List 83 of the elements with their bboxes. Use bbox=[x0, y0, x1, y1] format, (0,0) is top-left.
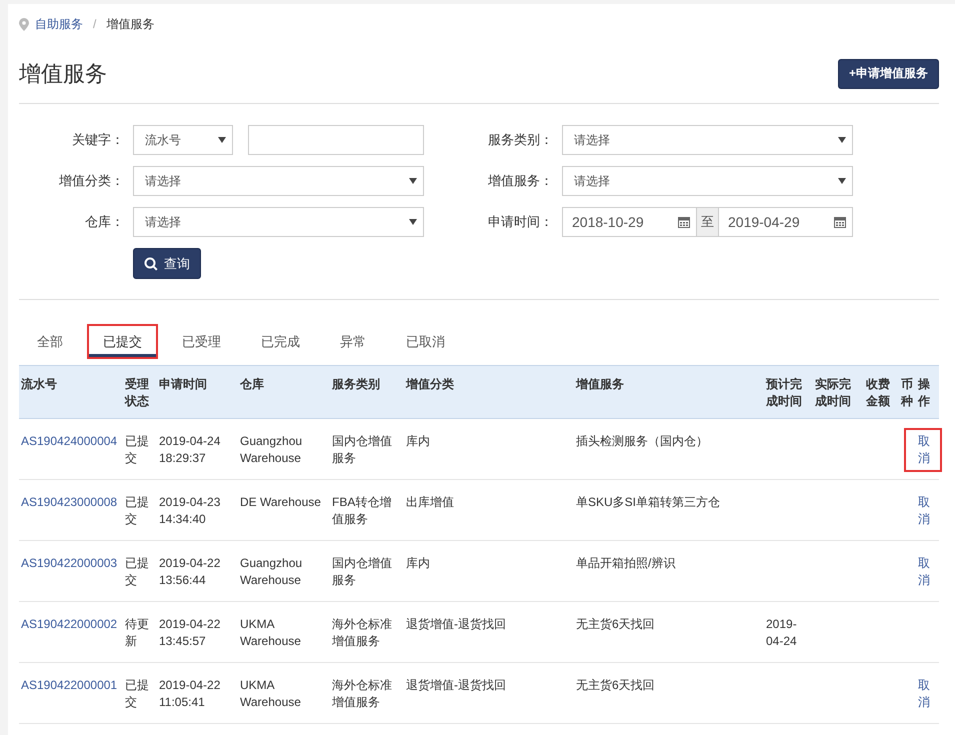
keyword-type-select[interactable]: 流水号 bbox=[133, 125, 233, 155]
table-cell: 2019-04-22 11:05:41 bbox=[159, 678, 220, 709]
cancel-link[interactable]: 取消 bbox=[904, 428, 942, 472]
keyword-input[interactable] bbox=[248, 125, 424, 155]
table-cell: 插头检测服务（国内仓） bbox=[576, 434, 708, 448]
status-tab[interactable]: 已提交 bbox=[87, 324, 158, 359]
caret-icon bbox=[409, 219, 417, 225]
column-header: 增值服务 bbox=[574, 366, 764, 418]
table-cell: 库内 bbox=[406, 556, 430, 570]
column-header: 操作 bbox=[916, 366, 939, 418]
status-tab[interactable]: 全部 bbox=[21, 324, 79, 359]
field-label: 服务类别： bbox=[487, 131, 553, 149]
field-label: 申请时间： bbox=[487, 213, 553, 231]
search-button[interactable]: 查询 bbox=[133, 248, 201, 279]
column-header: 币种 bbox=[899, 366, 916, 418]
table-cell: 单品开箱拍照/辨识 bbox=[576, 556, 676, 570]
status-tab[interactable]: 已取消 bbox=[390, 324, 461, 359]
service-type-select[interactable]: 请选择 bbox=[562, 125, 853, 155]
caret-icon bbox=[838, 178, 846, 184]
status-tab[interactable]: 已受理 bbox=[166, 324, 237, 359]
column-header: 仓库 bbox=[238, 366, 330, 418]
caret-icon bbox=[218, 137, 226, 143]
serial-number-link[interactable]: AS190422000002 bbox=[21, 617, 118, 631]
warehouse-select[interactable]: 请选择 bbox=[133, 207, 424, 237]
breadcrumb-link[interactable]: 自助服务 bbox=[35, 16, 83, 32]
table-cell: DE Warehouse bbox=[240, 495, 321, 509]
cancel-link[interactable]: 取消 bbox=[904, 672, 942, 716]
table-cell: 已提交 bbox=[125, 678, 149, 709]
serial-number-link[interactable]: AS190424000004 bbox=[21, 434, 118, 448]
column-header: 增值分类 bbox=[404, 366, 574, 418]
page-title: 增值服务 bbox=[19, 60, 107, 88]
table-cell: Guangzhou Warehouse bbox=[240, 556, 302, 587]
table-cell: 2019-04-22 13:45:57 bbox=[159, 617, 220, 648]
table-cell: UKMA Warehouse bbox=[240, 617, 301, 648]
field-label: 仓库： bbox=[84, 213, 124, 231]
cancel-link[interactable]: 取消 bbox=[904, 489, 942, 533]
field-label: 增值分类： bbox=[58, 172, 124, 190]
serial-number-link[interactable]: AS190422000003 bbox=[21, 556, 118, 570]
column-header: 流水号 bbox=[19, 366, 123, 418]
table-cell: 待更新 bbox=[125, 617, 149, 648]
table-cell: FBA转仓增值服务 bbox=[332, 495, 392, 526]
location-pin-icon bbox=[19, 18, 29, 30]
serial-number-link[interactable]: AS190423000008 bbox=[21, 495, 118, 509]
table-cell: 已提交 bbox=[125, 495, 149, 526]
table-cell: 海外仓标准增值服务 bbox=[332, 617, 392, 648]
search-icon bbox=[144, 256, 158, 270]
table-cell: 海外仓标准增值服务 bbox=[332, 678, 392, 709]
table-cell: 无主货6天找回 bbox=[576, 678, 655, 692]
cancel-link[interactable]: 取消 bbox=[904, 550, 942, 594]
column-header: 收费金额 bbox=[864, 366, 899, 418]
table-cell: 已提交 bbox=[125, 556, 149, 587]
table-cell: 2019-04-23 14:34:40 bbox=[159, 495, 220, 526]
column-header: 受理状态 bbox=[123, 366, 157, 418]
caret-icon bbox=[838, 137, 846, 143]
caret-icon bbox=[409, 178, 417, 184]
table-cell: 库内 bbox=[406, 434, 430, 448]
table-cell: 退货增值-退货找回 bbox=[406, 617, 506, 631]
table-cell: 单SKU多SI单箱转第三方仓 bbox=[576, 495, 720, 509]
field-label: 关键字： bbox=[71, 131, 124, 149]
table-cell: 2019-04-22 13:56:44 bbox=[159, 556, 220, 587]
column-header: 预计完成时间 bbox=[764, 366, 813, 418]
status-tab[interactable]: 异常 bbox=[324, 324, 382, 359]
table-cell: 出库增值 bbox=[406, 495, 454, 509]
field-label: 增值服务： bbox=[487, 172, 553, 190]
table-cell: 已提交 bbox=[125, 434, 149, 465]
apply-button[interactable]: +申请增值服务 bbox=[838, 58, 939, 88]
column-header: 实际完成时间 bbox=[813, 366, 864, 418]
table-cell: 2019-04-24 18:29:37 bbox=[159, 434, 220, 465]
table-cell: 2019-04-24 bbox=[766, 617, 797, 648]
column-header: 服务类别 bbox=[330, 366, 404, 418]
table-cell: 退货增值-退货找回 bbox=[406, 678, 506, 692]
table-cell: UKMA Warehouse bbox=[240, 678, 301, 709]
serial-number-link[interactable]: AS190422000001 bbox=[21, 678, 118, 692]
service-select[interactable]: 请选择 bbox=[562, 166, 853, 196]
table-cell: 国内仓增值服务 bbox=[332, 556, 392, 587]
breadcrumb-current: 增值服务 bbox=[106, 16, 154, 32]
table-cell: 国内仓增值服务 bbox=[332, 434, 392, 465]
status-tab[interactable]: 已完成 bbox=[245, 324, 316, 359]
breadcrumb-separator: / bbox=[93, 17, 96, 31]
category-select[interactable]: 请选择 bbox=[133, 166, 424, 196]
column-header: 申请时间 bbox=[157, 366, 238, 418]
table-cell: Guangzhou Warehouse bbox=[240, 434, 302, 465]
table-cell: 无主货6天找回 bbox=[576, 617, 655, 631]
